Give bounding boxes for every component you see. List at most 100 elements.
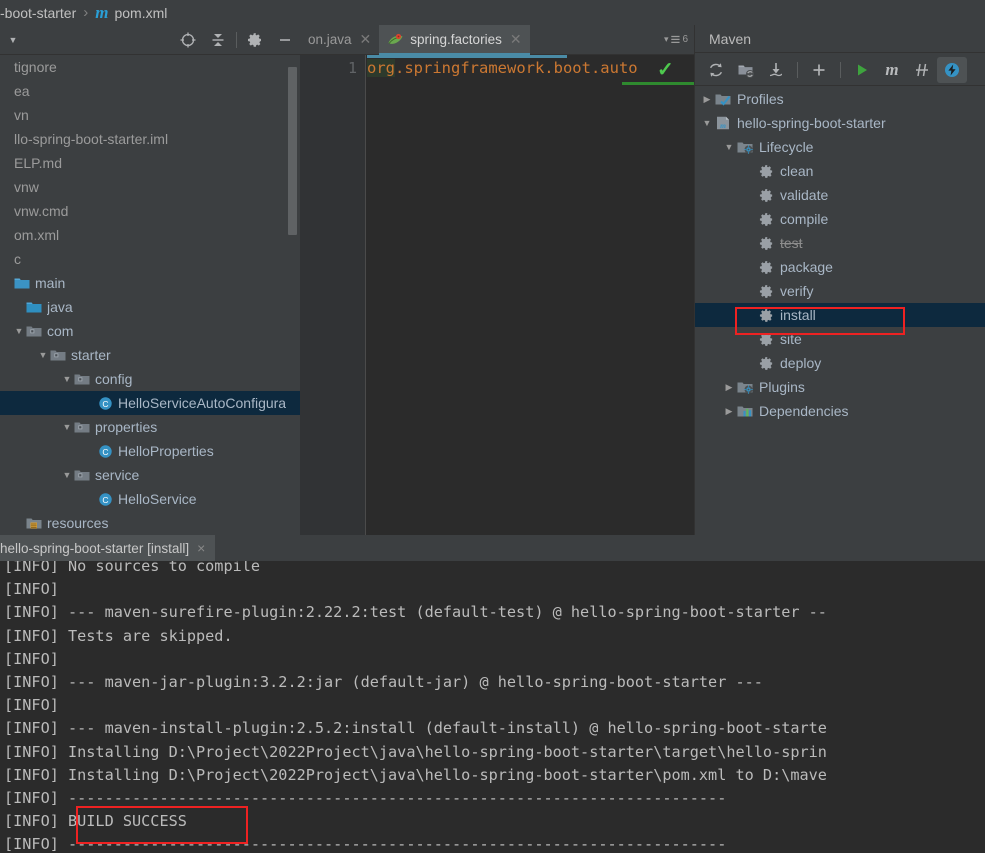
editor-active-marker xyxy=(367,55,567,58)
idea-window: -boot-starter › m pom.xml ▼ tignore ea vn l… xyxy=(0,0,985,853)
class-icon: C xyxy=(98,444,113,459)
project-tree-item-properties[interactable]: ▼ properties xyxy=(0,415,300,439)
maven-tool-window: Maven m ▶ Profiles ▼ m hello-spring-boot… xyxy=(694,25,985,535)
chevron-right-icon[interactable]: ▶ xyxy=(721,406,737,417)
inspection-ok-icon[interactable]: ✓ xyxy=(657,57,674,82)
maven-tree-item-deploy[interactable]: deploy xyxy=(695,351,985,375)
console-line: [INFO] xyxy=(4,649,69,668)
chevron-down-icon[interactable]: ▼ xyxy=(60,470,74,480)
project-tree-item-com[interactable]: ▼ com xyxy=(0,319,300,343)
project-tree-item-helloservice[interactable]: C HelloService xyxy=(0,487,300,511)
project-tree-item-llo-spring-boot-starter-iml[interactable]: llo-spring-boot-starter.iml xyxy=(0,127,300,151)
chevron-down-icon[interactable]: ▼ xyxy=(60,374,74,384)
close-icon[interactable]: ✕ xyxy=(360,31,372,48)
code-line-1: org.springframework.boot.auto xyxy=(367,59,638,77)
project-tree-item-tignore[interactable]: tignore xyxy=(0,55,300,79)
console-line: [INFO] BUILD SUCCESS xyxy=(4,812,187,831)
console-output[interactable]: [INFO] No sources to compile [INFO] [INFO… xyxy=(0,561,985,853)
chevron-down-icon[interactable]: ▼ xyxy=(721,142,737,152)
chevron-right-icon[interactable]: ▶ xyxy=(699,94,715,105)
settings-gear-icon[interactable] xyxy=(240,25,270,55)
chevron-down-icon[interactable]: ▼ xyxy=(12,326,26,336)
project-tree-item-label: com xyxy=(47,323,74,339)
maven-tree-item-site[interactable]: site xyxy=(695,327,985,351)
editor-tab-spring-factories[interactable]: spring.factories ✕ xyxy=(379,25,530,55)
project-tree-item-vnw-cmd[interactable]: vnw.cmd xyxy=(0,199,300,223)
project-tree-item-elp-md[interactable]: ELP.md xyxy=(0,151,300,175)
console-line: [INFO] --- maven-surefire-plugin:2.22.2:… xyxy=(4,603,827,622)
svg-text:m: m xyxy=(720,121,726,130)
maven-tree-item-label: install xyxy=(780,307,816,323)
console-line: [INFO] ---------------------------------… xyxy=(4,788,727,807)
editor-tab-options[interactable]: ▾ ≡ 6 xyxy=(664,25,694,54)
project-tree-item-java[interactable]: java xyxy=(0,295,300,319)
project-tree-item-main[interactable]: main xyxy=(0,271,300,295)
console-line: [INFO] Installing D:\Project\2022Project… xyxy=(4,765,827,784)
project-tree-item-om-xml[interactable]: om.xml xyxy=(0,223,300,247)
maven-tree-item-install[interactable]: install xyxy=(695,303,985,327)
run-maven-build-icon[interactable] xyxy=(847,57,877,83)
project-tree-item-service[interactable]: ▼ service xyxy=(0,463,300,487)
breadcrumb-file[interactable]: pom.xml xyxy=(114,5,167,21)
select-opened-file-icon[interactable]: ▼ xyxy=(0,25,26,55)
execute-maven-goal-icon[interactable]: m xyxy=(877,57,907,83)
chevron-down-icon[interactable]: ▾ xyxy=(664,34,669,45)
project-tree-item-helloserviceautoconfigura[interactable]: C HelloServiceAutoConfigura xyxy=(0,391,300,415)
reload-all-maven-projects-icon[interactable] xyxy=(701,57,731,83)
hide-panel-icon[interactable] xyxy=(270,25,300,55)
editor-tab-label: spring.factories xyxy=(410,32,502,47)
editor-area: on.java ✕ spring.factories ✕ ▾ ≡ 6 1 org… xyxy=(300,25,694,535)
collapse-all-icon[interactable] xyxy=(203,25,233,55)
folder-icon xyxy=(14,277,30,290)
project-tree-item-vn[interactable]: vn xyxy=(0,103,300,127)
project-tree-item-c[interactable]: c xyxy=(0,247,300,271)
close-icon[interactable]: ✕ xyxy=(510,31,522,48)
project-tree-item-label: llo-spring-boot-starter.iml xyxy=(14,131,169,147)
project-tree-item-resources[interactable]: resources xyxy=(0,511,300,535)
toggle-skip-tests-icon[interactable] xyxy=(907,57,937,83)
package-icon xyxy=(74,469,90,482)
spring-leaf-icon xyxy=(387,32,404,47)
project-tree-item-label: starter xyxy=(71,347,111,363)
maven-tree-item-verify[interactable]: verify xyxy=(695,279,985,303)
chevron-right-icon[interactable]: ▶ xyxy=(721,382,737,393)
add-maven-project-icon[interactable] xyxy=(731,57,761,83)
maven-tree-item-compile[interactable]: compile xyxy=(695,207,985,231)
project-tree-item-helloproperties[interactable]: C HelloProperties xyxy=(0,439,300,463)
project-tree-item-starter[interactable]: ▼ starter xyxy=(0,343,300,367)
chevron-down-icon[interactable]: ▼ xyxy=(699,118,715,128)
maven-tree-item-clean[interactable]: clean xyxy=(695,159,985,183)
maven-tree-item-test[interactable]: test xyxy=(695,231,985,255)
maven-tree-item-dependencies[interactable]: ▶ Dependencies xyxy=(695,399,985,423)
maven-tree-item-plugins[interactable]: ▶ Plugins xyxy=(695,375,985,399)
editor-code-area[interactable]: org.springframework.boot.auto ✓ xyxy=(367,55,694,535)
maven-tree-item-label: Dependencies xyxy=(759,403,849,419)
maven-tree-item-validate[interactable]: validate xyxy=(695,183,985,207)
project-tree-item-vnw[interactable]: vnw xyxy=(0,175,300,199)
console-line: [INFO] No sources to compile xyxy=(4,561,261,575)
goal-icon xyxy=(759,212,774,227)
close-icon[interactable]: × xyxy=(197,540,205,556)
project-tree-item-ea[interactable]: ea xyxy=(0,79,300,103)
project-tool-window: ▼ tignore ea vn llo-spring-boot-starter.iml… xyxy=(0,25,300,535)
chevron-down-icon[interactable]: ▼ xyxy=(36,350,50,360)
project-tree[interactable]: tignore ea vn llo-spring-boot-starter.iml EL… xyxy=(0,55,300,535)
locate-target-icon[interactable] xyxy=(173,25,203,55)
chevron-down-icon[interactable]: ▼ xyxy=(60,422,74,432)
download-sources-icon[interactable] xyxy=(761,57,791,83)
maven-tree-item-label: Profiles xyxy=(737,91,784,107)
toggle-offline-mode-icon[interactable] xyxy=(937,56,967,83)
project-tree-item-config[interactable]: ▼ config xyxy=(0,367,300,391)
console-tab[interactable]: hello-spring-boot-starter [install] × xyxy=(0,535,216,561)
editor-tab-on-java[interactable]: on.java ✕ xyxy=(300,25,379,54)
breadcrumb-project[interactable]: -boot-starter xyxy=(0,5,76,21)
maven-tree-item-profiles[interactable]: ▶ Profiles xyxy=(695,87,985,111)
maven-tree-item-lifecycle[interactable]: ▼ Lifecycle xyxy=(695,135,985,159)
add-icon[interactable] xyxy=(804,57,834,83)
maven-tree-item-hello-spring-boot-starter[interactable]: ▼ m hello-spring-boot-starter xyxy=(695,111,985,135)
lines-icon[interactable]: ≡ xyxy=(671,31,681,48)
maven-projects-tree[interactable]: ▶ Profiles ▼ m hello-spring-boot-starter ▼ Lif… xyxy=(695,87,985,535)
maven-tree-item-package[interactable]: package xyxy=(695,255,985,279)
project-tree-vertical-scrollbar[interactable] xyxy=(288,67,297,235)
project-tree-item-label: om.xml xyxy=(14,227,60,243)
